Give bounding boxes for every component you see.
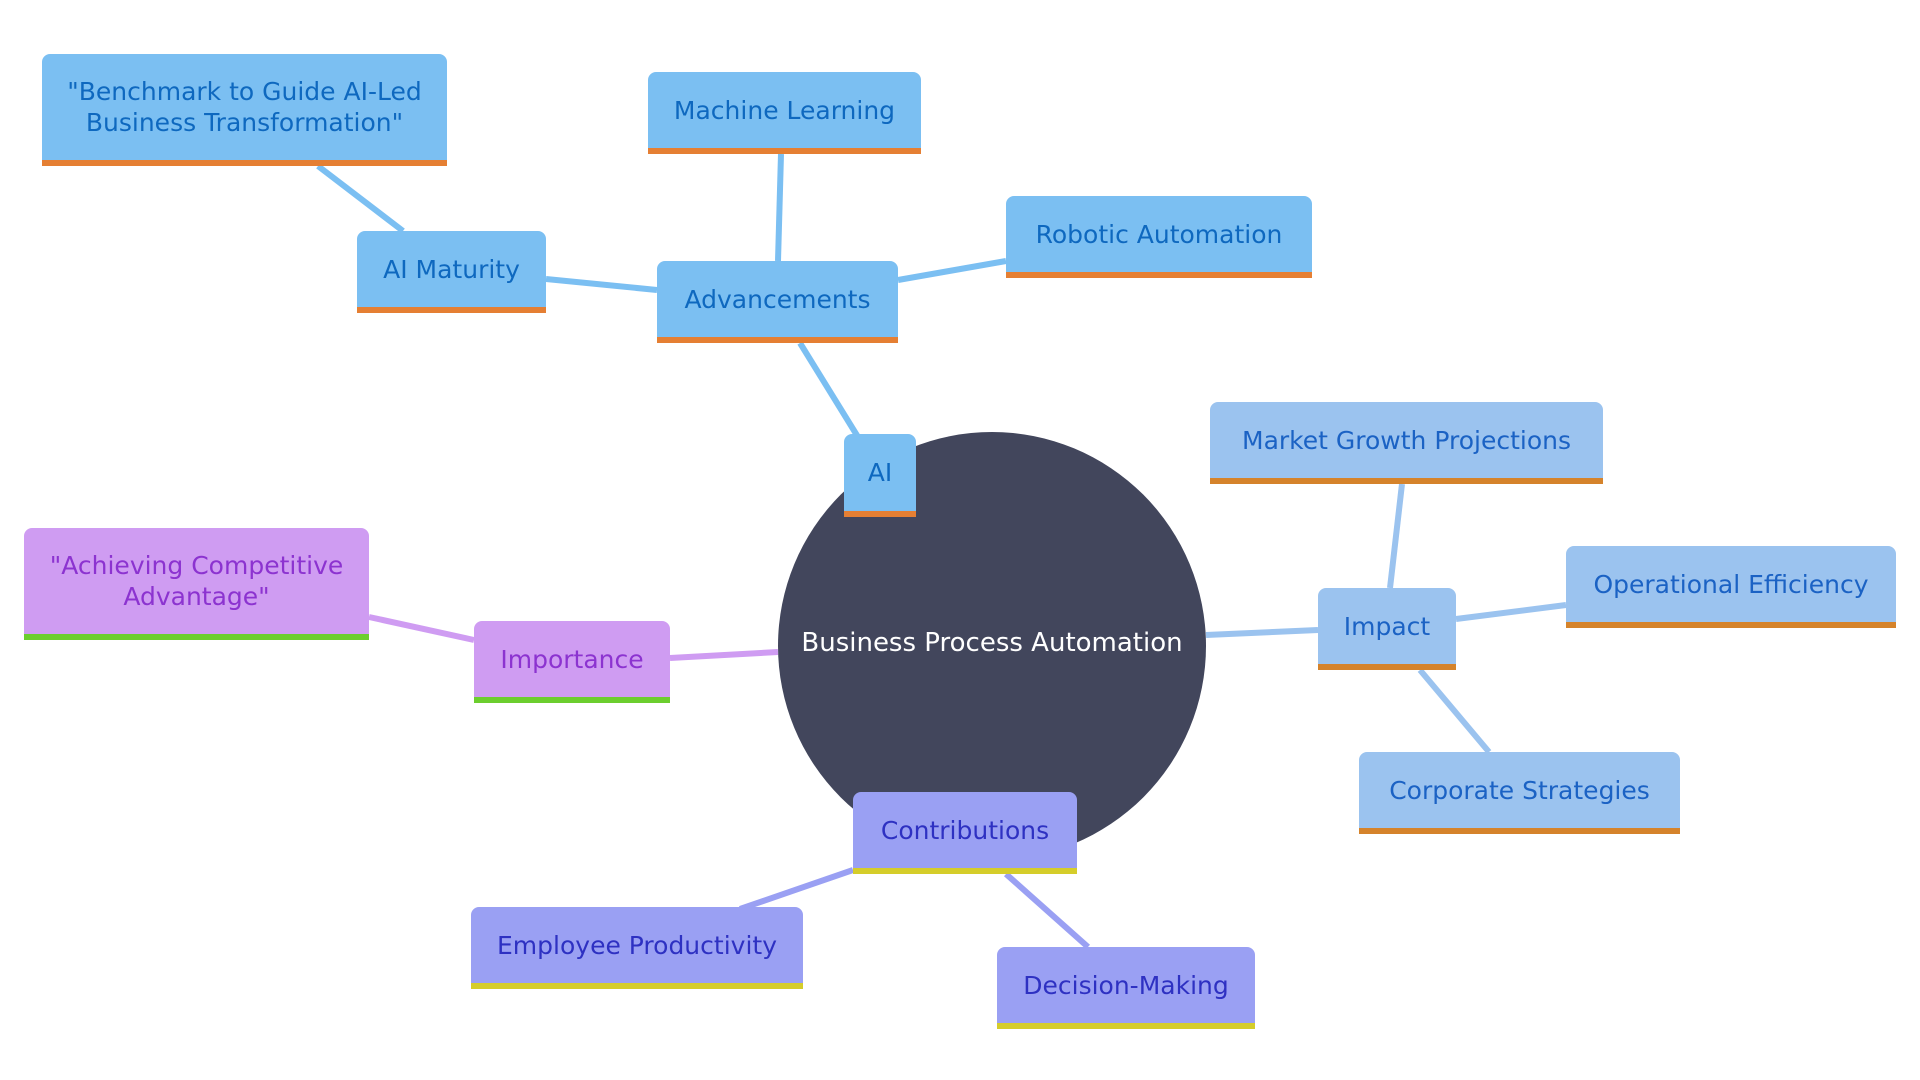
node-label: "Achieving Competitive Advantage" [49, 551, 344, 611]
node-label: "Benchmark to Guide AI-Led Business Tran… [67, 77, 422, 137]
node-machine-learning[interactable]: Machine Learning [648, 72, 921, 154]
edge-advancements-ml [775, 153, 784, 262]
node-employee-productivity[interactable]: Employee Productivity [471, 907, 803, 989]
node-label: Contributions [880, 815, 1050, 845]
edge-advancements-aimaturity [545, 276, 658, 293]
node-label: Decision-Making [1023, 970, 1229, 1000]
node-label: Operational Efficiency [1593, 569, 1869, 599]
edge-impact-market [1387, 483, 1405, 589]
node-decision-making[interactable]: Decision-Making [997, 947, 1255, 1029]
node-robotic-automation[interactable]: Robotic Automation [1006, 196, 1312, 278]
node-importance[interactable]: Importance [474, 621, 670, 703]
edge-root-importance [669, 649, 779, 661]
node-contributions[interactable]: Contributions [853, 792, 1077, 874]
node-label: Employee Productivity [497, 930, 777, 960]
node-label: Corporate Strategies [1389, 775, 1650, 805]
edge-contributions-employee [739, 867, 854, 912]
node-label: Market Growth Projections [1242, 425, 1571, 455]
node-advancements[interactable]: Advancements [657, 261, 898, 343]
node-market-growth[interactable]: Market Growth Projections [1210, 402, 1603, 484]
node-label: Machine Learning [673, 95, 896, 125]
node-corporate-strategies[interactable]: Corporate Strategies [1359, 752, 1680, 834]
node-ai-maturity[interactable]: AI Maturity [357, 231, 546, 313]
edge-impact-corporate [1417, 668, 1492, 754]
node-operational-efficiency[interactable]: Operational Efficiency [1566, 546, 1896, 628]
edge-ai-advancements [797, 341, 861, 439]
edge-importance-competitive [368, 614, 475, 643]
node-label: Importance [500, 644, 644, 674]
node-label: Impact [1343, 611, 1431, 641]
edge-aimaturity-benchmark [316, 163, 405, 234]
node-label: Advancements [684, 284, 871, 314]
edge-impact-operational [1455, 602, 1567, 622]
node-label: Robotic Automation [1035, 219, 1283, 249]
edge-advancements-robotic [897, 258, 1007, 283]
node-label: AI [867, 458, 893, 487]
node-ai[interactable]: AI [844, 434, 916, 517]
edge-root-impact [1205, 627, 1319, 638]
node-label: AI Maturity [383, 254, 520, 284]
node-benchmark[interactable]: "Benchmark to Guide AI-Led Business Tran… [42, 54, 447, 166]
root-node-label: Business Process Automation [801, 628, 1183, 658]
node-impact[interactable]: Impact [1318, 588, 1456, 670]
node-competitive-advantage[interactable]: "Achieving Competitive Advantage" [24, 528, 369, 640]
edge-contributions-decision [1004, 871, 1090, 950]
